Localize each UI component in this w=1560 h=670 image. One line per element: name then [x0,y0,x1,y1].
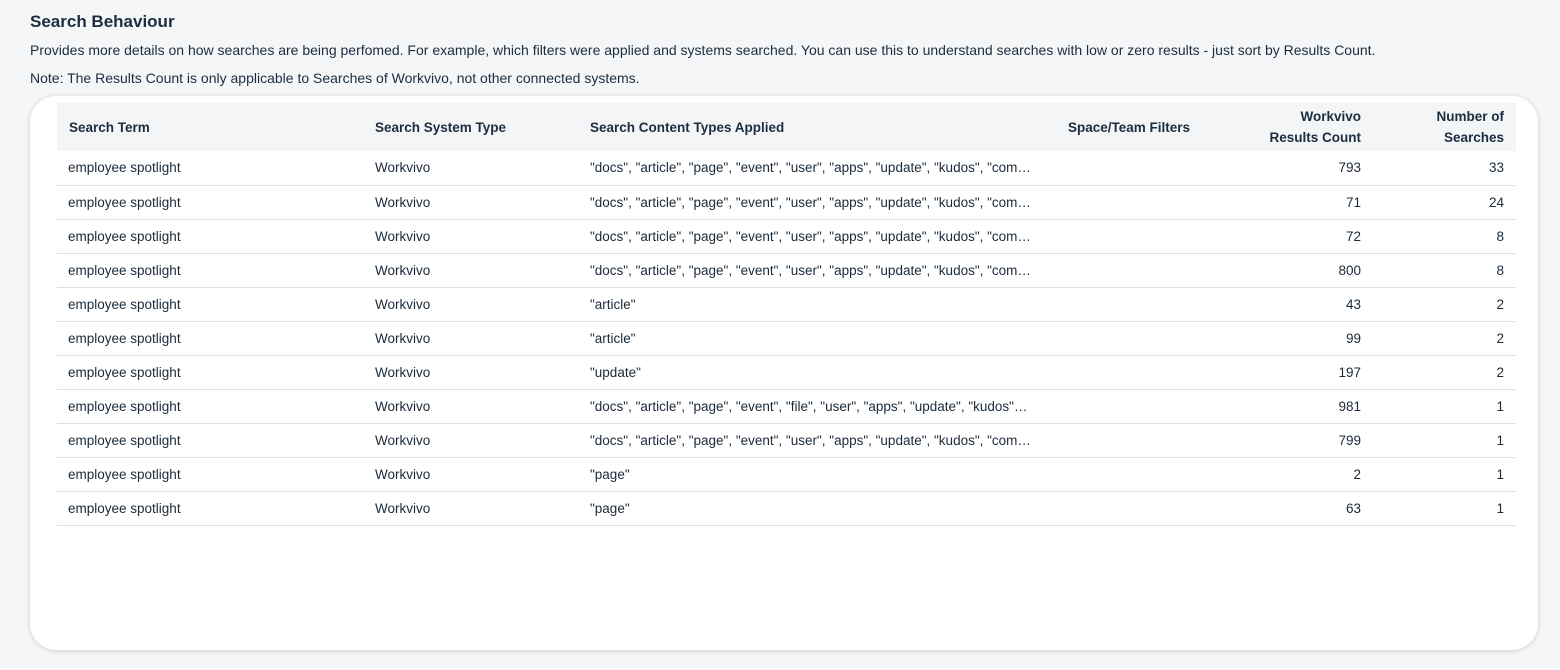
cell-number-of-searches: 1 [1496,500,1504,516]
cell-system-type: Workvivo [375,364,431,380]
cell-system-type: Workvivo [375,500,431,516]
search-behaviour-table: Search Term Search System Type Search Co… [57,103,1516,526]
cell-content-types: "update" [590,364,641,380]
cell-system-type: Workvivo [375,262,431,278]
cell-content-types: "article" [590,330,636,346]
cell-number-of-searches: 2 [1496,296,1504,312]
cell-results-count: 800 [1338,262,1361,278]
table-row[interactable]: employee spotlight Workvivo "docs", "artic… [57,185,1516,219]
cell-number-of-searches: 33 [1488,160,1504,176]
cell-space-team-filters [1056,185,1241,219]
cell-search-term: employee spotlight [68,364,181,380]
cell-content-types: "docs", "article", "page", "event", "use… [590,432,1031,448]
section-note: Note: The Results Count is only applicab… [30,70,640,86]
cell-results-count: 72 [1345,228,1361,244]
table-header-row: Search Term Search System Type Search Co… [57,103,1516,151]
cell-results-count: 2 [1353,466,1361,482]
column-header-content-types[interactable]: Search Content Types Applied [578,103,1056,151]
cell-number-of-searches: 8 [1496,262,1504,278]
cell-number-of-searches: 2 [1496,330,1504,346]
cell-search-term: employee spotlight [68,296,181,312]
cell-content-types: "docs", "article", "page", "event", "use… [590,160,1031,176]
cell-results-count: 63 [1345,500,1361,516]
cell-results-count: 981 [1338,398,1361,414]
cell-search-term: employee spotlight [68,330,181,346]
cell-space-team-filters [1056,355,1241,389]
table-row[interactable]: employee spotlight Workvivo "docs", "artic… [57,151,1516,185]
column-header-results-count[interactable]: Workvivo Results Count [1241,103,1373,151]
section-description: Provides more details on how searches ar… [30,42,1376,58]
cell-system-type: Workvivo [375,194,431,210]
cell-number-of-searches: 8 [1496,228,1504,244]
table-row[interactable]: employee spotlight Workvivo "docs", "artic… [57,423,1516,457]
cell-space-team-filters [1056,253,1241,287]
column-header-system-type[interactable]: Search System Type [363,103,578,151]
cell-space-team-filters [1056,321,1241,355]
cell-content-types: "page" [590,500,630,516]
cell-number-of-searches: 24 [1488,194,1504,210]
cell-content-types: "docs", "article", "page", "event", "use… [590,194,1031,210]
cell-results-count: 43 [1345,296,1361,312]
cell-space-team-filters [1056,287,1241,321]
cell-space-team-filters [1056,457,1241,491]
column-header-search-term[interactable]: Search Term [57,103,363,151]
table-row[interactable]: employee spotlight Workvivo "docs", "artic… [57,253,1516,287]
cell-content-types: "page" [590,466,630,482]
cell-search-term: employee spotlight [68,228,181,244]
table-row[interactable]: employee spotlight Workvivo "docs", "artic… [57,219,1516,253]
cell-search-term: employee spotlight [68,500,181,516]
cell-content-types: "docs", "article", "page", "event", "use… [590,228,1031,244]
cell-results-count: 793 [1338,160,1361,176]
cell-system-type: Workvivo [375,330,431,346]
cell-space-team-filters [1056,151,1241,185]
cell-system-type: Workvivo [375,228,431,244]
cell-system-type: Workvivo [375,432,431,448]
cell-system-type: Workvivo [375,160,431,176]
table-body: employee spotlight Workvivo "docs", "artic… [57,151,1516,525]
cell-results-count: 197 [1338,364,1361,380]
table-row[interactable]: employee spotlight Workvivo "page" 2 1 [57,457,1516,491]
column-header-number-of-searches[interactable]: Number of Searches [1373,103,1516,151]
cell-number-of-searches: 1 [1496,466,1504,482]
cell-search-term: employee spotlight [68,432,181,448]
cell-content-types: "article" [590,296,636,312]
cell-results-count: 99 [1345,330,1361,346]
table-row[interactable]: employee spotlight Workvivo "update" 197 2 [57,355,1516,389]
cell-system-type: Workvivo [375,296,431,312]
table-row[interactable]: employee spotlight Workvivo "article" 99 2 [57,321,1516,355]
cell-search-term: employee spotlight [68,262,181,278]
cell-space-team-filters [1056,219,1241,253]
cell-search-term: employee spotlight [68,466,181,482]
cell-content-types: "docs", "article", "page", "event", "fil… [590,398,1028,414]
cell-number-of-searches: 1 [1496,398,1504,414]
cell-space-team-filters [1056,389,1241,423]
cell-search-term: employee spotlight [68,194,181,210]
cell-space-team-filters [1056,423,1241,457]
section-title: Search Behaviour [30,12,175,31]
cell-system-type: Workvivo [375,466,431,482]
column-header-space-team-filters[interactable]: Space/Team Filters [1056,103,1241,151]
cell-number-of-searches: 2 [1496,364,1504,380]
cell-search-term: employee spotlight [68,398,181,414]
results-table-card: Search Term Search System Type Search Co… [30,96,1538,650]
table-row[interactable]: employee spotlight Workvivo "docs", "artic… [57,389,1516,423]
table-row[interactable]: employee spotlight Workvivo "page" 63 1 [57,491,1516,525]
table-row[interactable]: employee spotlight Workvivo "article" 43 2 [57,287,1516,321]
cell-number-of-searches: 1 [1496,432,1504,448]
cell-results-count: 799 [1338,432,1361,448]
cell-space-team-filters [1056,491,1241,525]
cell-results-count: 71 [1345,194,1361,210]
cell-search-term: employee spotlight [68,160,181,176]
cell-system-type: Workvivo [375,398,431,414]
cell-content-types: "docs", "article", "page", "event", "use… [590,262,1031,278]
